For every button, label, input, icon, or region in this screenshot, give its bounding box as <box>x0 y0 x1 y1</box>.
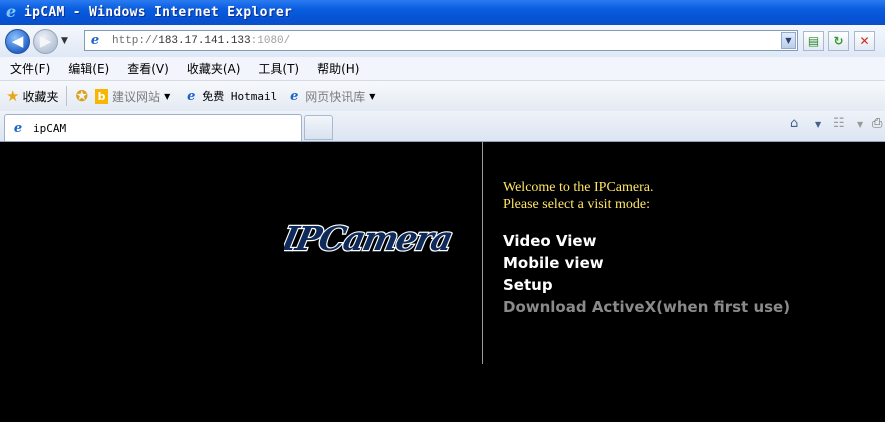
favorites-separator <box>66 86 68 106</box>
feeds-icon[interactable]: ☷ <box>833 116 845 131</box>
welcome-line-1: Welcome to the IPCamera. <box>503 180 654 195</box>
back-button[interactable]: ◀ <box>5 28 30 54</box>
forward-arrow-icon: ▶ <box>39 31 52 50</box>
hotmail-link[interactable]: e 免费 Hotmail <box>184 88 277 104</box>
back-arrow-icon: ◀ <box>11 31 24 50</box>
new-tab-button[interactable] <box>304 115 333 140</box>
home-icon[interactable]: ⌂ <box>790 116 798 131</box>
welcome-line-2: Please select a visit mode: <box>503 197 650 212</box>
chevron-down-icon: ▼ <box>164 91 171 101</box>
favorites-button[interactable]: ★ 收藏夹 <box>6 87 58 105</box>
tab-ipcam[interactable]: e ipCAM <box>4 114 302 141</box>
print-icon[interactable]: ⎙ <box>872 116 882 131</box>
compatibility-view-button[interactable]: ▤ <box>803 31 824 51</box>
suggested-sites-label: 建议网站 <box>112 89 161 104</box>
refresh-icon: ↻ <box>833 34 844 48</box>
web-slice-gallery-link[interactable]: e 网页快讯库 ▼ <box>287 88 375 105</box>
address-url[interactable]: http://183.17.141.133:1080/ <box>112 35 290 47</box>
page-content: IPCamera Welcome to the IPCamera. Please… <box>0 142 885 422</box>
favorites-label: 收藏夹 <box>22 89 59 104</box>
web-slice-gallery-label: 网页快讯库 <box>305 89 366 104</box>
menu-view[interactable]: 查看(V) <box>127 60 169 77</box>
window-title-bar: e ipCAM - Windows Internet Explorer <box>0 0 885 25</box>
page-ie-icon: e <box>90 33 100 48</box>
suggested-sites-link[interactable]: b 建议网站 ▼ <box>95 88 170 105</box>
address-dropdown-button[interactable]: ▼ <box>781 32 796 49</box>
svg-text:e: e <box>6 3 16 19</box>
menu-tools[interactable]: 工具(T) <box>258 60 299 77</box>
download-activex-link[interactable]: Download ActiveX(when first use) <box>503 296 790 318</box>
url-port: :1080/ <box>250 34 291 47</box>
add-favorite-icon: ✪ <box>75 87 89 105</box>
ipcamera-logo: IPCamera <box>284 218 458 259</box>
menu-file[interactable]: 文件(F) <box>10 60 50 77</box>
ie-page-icon: e <box>187 88 196 104</box>
chevron-down-icon: ▼ <box>369 91 376 101</box>
window-title: ipCAM - Windows Internet Explorer <box>24 5 293 20</box>
add-favorite-button[interactable]: ✪ <box>75 87 91 105</box>
favorites-bar: ★ 收藏夹 ✪ b 建议网站 ▼ e 免费 Hotmail e 网页快讯库 ▼ <box>0 81 885 111</box>
stop-button[interactable]: ✕ <box>854 31 875 51</box>
welcome-text: Welcome to the IPCamera. Please select a… <box>503 179 654 213</box>
recent-pages-dropdown[interactable]: ▼ <box>61 36 68 46</box>
stop-icon: ✕ <box>859 34 870 48</box>
menu-help[interactable]: 帮助(H) <box>317 60 359 77</box>
feeds-dropdown[interactable]: ▼ <box>857 120 863 129</box>
address-row: ◀ ▶ ▼ e http://183.17.141.133:1080/ ▼ ▤ … <box>0 25 885 57</box>
forward-button[interactable]: ▶ <box>33 28 58 54</box>
ie-icon: e <box>4 2 20 22</box>
menu-edit[interactable]: 编辑(E) <box>68 60 109 77</box>
setup-link[interactable]: Setup <box>503 274 790 296</box>
menu-bar: 文件(F) 编辑(E) 查看(V) 收藏夹(A) 工具(T) 帮助(H) <box>0 57 885 81</box>
hotmail-label: 免费 Hotmail <box>202 90 278 103</box>
tab-label: ipCAM <box>33 121 67 135</box>
ie-page-icon: e <box>290 88 299 104</box>
ie-tab-icon: e <box>13 120 23 136</box>
url-prefix: http:// <box>112 34 159 47</box>
url-host: 183.17.141.133 <box>158 34 251 47</box>
star-icon: ★ <box>6 87 20 105</box>
home-dropdown[interactable]: ▼ <box>815 120 821 129</box>
tab-bar: e ipCAM ⌂ ▼ ☷ ▼ ⎙ <box>0 111 885 142</box>
content-divider <box>482 142 483 364</box>
bing-icon: b <box>95 88 109 104</box>
menu-favorites[interactable]: 收藏夹(A) <box>187 60 241 77</box>
logo-text: IPCamera <box>284 219 457 258</box>
address-bar[interactable]: e http://183.17.141.133:1080/ ▼ <box>84 30 798 51</box>
video-view-link[interactable]: Video View <box>503 230 790 252</box>
visit-mode-list: Video View Mobile view Setup Download Ac… <box>503 230 790 318</box>
mobile-view-link[interactable]: Mobile view <box>503 252 790 274</box>
refresh-button[interactable]: ↻ <box>828 31 849 51</box>
